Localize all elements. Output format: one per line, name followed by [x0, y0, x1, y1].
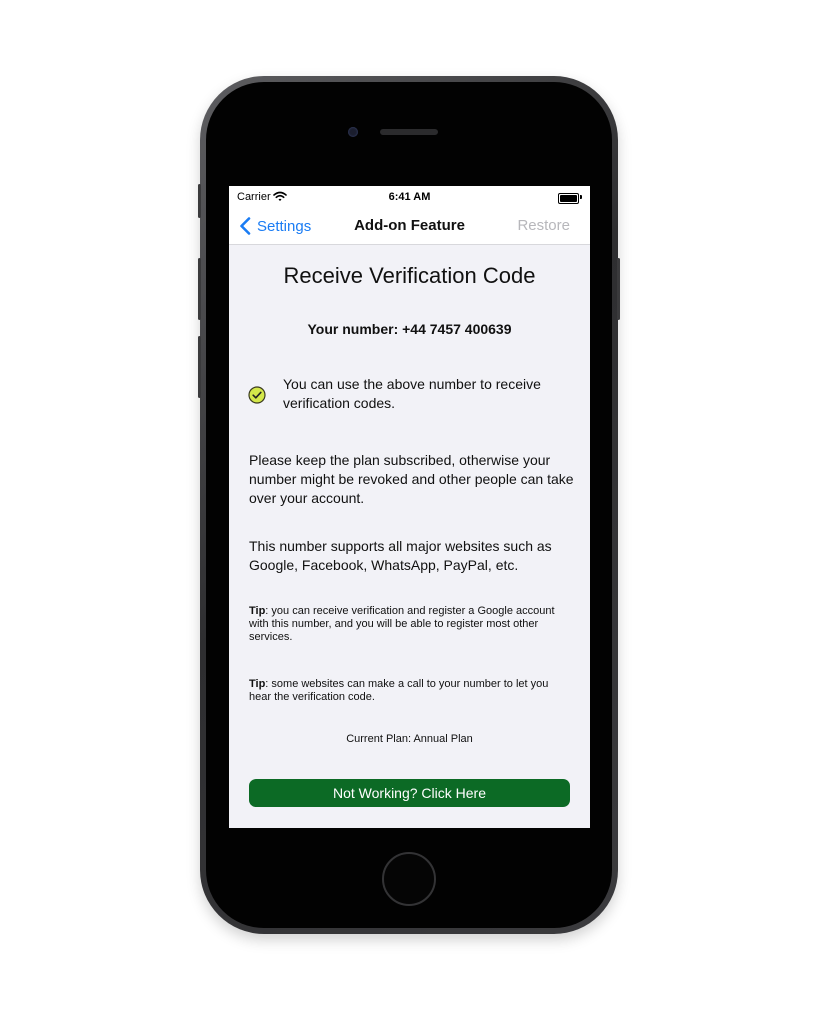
- page-title: Receive Verification Code: [283, 263, 536, 288]
- not-working-button[interactable]: Not Working? Click Here: [249, 779, 570, 807]
- tip-label: Tip: [249, 678, 266, 690]
- tip-label: Tip: [249, 605, 266, 617]
- earpiece-speaker: [380, 129, 438, 135]
- check-circle-icon: [248, 386, 266, 404]
- tip-call: Tip: some websites can make a call to yo…: [249, 678, 569, 704]
- tip-google-text: : you can receive verification and regis…: [249, 605, 555, 643]
- status-bar: Carrier 6:41 AM: [229, 186, 590, 208]
- supported-websites-note: This number supports all major websites …: [249, 538, 552, 573]
- battery-tip: [580, 195, 582, 199]
- navigation-bar: Settings Add-on Feature Restore: [229, 208, 590, 245]
- battery-fill: [560, 195, 577, 202]
- usable-number-note: You can use the above number to receive …: [283, 376, 541, 411]
- phone-power-button: [617, 258, 620, 320]
- restore-button[interactable]: Restore: [517, 217, 570, 234]
- battery-icon: [558, 193, 579, 204]
- tip-google: Tip: you can receive verification and re…: [249, 605, 569, 644]
- subscription-warning: Please keep the plan subscribed, otherwi…: [249, 452, 574, 506]
- front-camera: [348, 127, 358, 137]
- tip-call-text: : some websites can make a call to your …: [249, 678, 549, 703]
- home-button[interactable]: [382, 852, 436, 906]
- status-time: 6:41 AM: [388, 191, 431, 203]
- phone-volume-down: [198, 336, 201, 398]
- current-plan-label: Current Plan: Annual Plan: [346, 733, 473, 745]
- phone-volume-up: [198, 258, 201, 320]
- your-number-label: Your number: +44 7457 400639: [307, 321, 512, 337]
- phone-side-switch: [198, 184, 201, 218]
- app-screen: Carrier 6:41 AM Settings Add-on Feature …: [229, 186, 590, 828]
